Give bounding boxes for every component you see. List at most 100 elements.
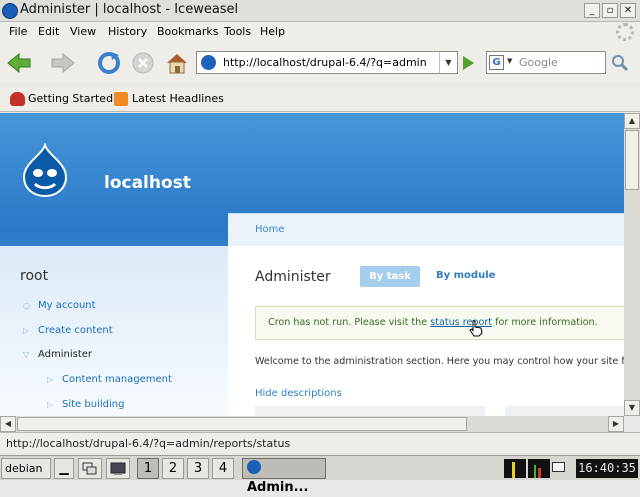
terminal-icon [110, 462, 126, 475]
menu-help[interactable]: Help [260, 25, 285, 38]
menu-bookmarks[interactable]: Bookmarks [157, 25, 218, 38]
sidebar-item-site-building[interactable]: ▷ Site building [47, 399, 124, 410]
sidebar-item-my-account[interactable]: ○ My account [23, 300, 96, 311]
breadcrumb-home-link[interactable]: Home [255, 224, 285, 235]
sidebar-item-label[interactable]: Site building [62, 399, 124, 410]
menu-edit[interactable]: Edit [38, 25, 59, 38]
reload-icon [98, 52, 120, 74]
workspace-1[interactable]: 1 [137, 458, 159, 479]
network-monitor-icon [528, 459, 550, 478]
minimize-all-button[interactable]: ▁ [54, 458, 74, 479]
workspace-3[interactable]: 3 [187, 458, 209, 479]
forward-button[interactable] [50, 50, 76, 76]
iceweasel-icon [2, 3, 18, 19]
rss-icon [114, 92, 128, 106]
back-arrow-icon [7, 52, 31, 74]
drupal-favicon-icon [201, 55, 216, 70]
reload-button[interactable] [96, 50, 122, 76]
window-title: Administer | localhost - Iceweasel [20, 2, 239, 17]
taskbar-window-iceweasel[interactable]: Admin... [242, 458, 326, 495]
bullet-circle-icon: ○ [23, 301, 30, 310]
admin-panel-right [505, 406, 624, 416]
hand-cursor-icon [469, 320, 483, 337]
page-title: Administer [255, 269, 331, 285]
menu-view[interactable]: View [70, 25, 96, 38]
scroll-corner [624, 416, 640, 432]
menu-file[interactable]: File [9, 25, 27, 38]
search-bar[interactable]: G ▼ Google [486, 51, 606, 74]
scroll-right-button[interactable]: ▶ [608, 416, 624, 432]
sidebar-item-create-content[interactable]: ▷ Create content [23, 325, 113, 336]
sidebar-item-label[interactable]: Content management [62, 374, 172, 385]
home-button[interactable] [164, 50, 190, 76]
home-icon [167, 54, 187, 74]
clock: 16:40:35 [576, 459, 638, 478]
scroll-up-button[interactable]: ▲ [624, 113, 640, 129]
page-viewport: localhost root ○ My account ▷ Create con… [0, 113, 624, 416]
back-button[interactable] [6, 50, 32, 76]
url-dropdown-icon[interactable]: ▼ [439, 52, 457, 73]
scroll-left-button[interactable]: ◀ [0, 416, 16, 432]
terminal-button[interactable] [106, 458, 130, 479]
tab-by-task[interactable]: By task [360, 266, 420, 287]
sidebar-user-title: root [20, 268, 49, 284]
forward-arrow-icon [51, 52, 75, 74]
cpu-bar [512, 462, 515, 478]
stop-button[interactable] [130, 50, 156, 76]
breadcrumb: Home [228, 214, 624, 246]
url-input[interactable]: http://localhost/drupal-6.4/?q=admin [223, 56, 427, 69]
iceweasel-icon [247, 460, 261, 474]
close-button[interactable]: ✕ [620, 3, 636, 18]
sidebar-item-administer[interactable]: ▽ Administer [23, 349, 92, 360]
site-name[interactable]: localhost [104, 173, 191, 193]
drupal-logo-icon[interactable] [22, 143, 68, 197]
welcome-text: Welcome to the administration section. H… [255, 356, 624, 367]
taskbar-window-label: Admin... [247, 480, 309, 495]
maximize-button[interactable]: ▫ [602, 3, 618, 18]
minimize-button[interactable]: _ [584, 3, 600, 18]
sidebar-item-label[interactable]: My account [38, 300, 96, 311]
cpu-monitor-icon [504, 459, 526, 478]
workspace-2[interactable]: 2 [162, 458, 184, 479]
net-bar-green [534, 465, 536, 478]
search-button[interactable] [610, 53, 630, 73]
stop-icon [132, 52, 154, 74]
main-content: Home Administer By task By module Cron h… [228, 213, 624, 416]
window-titlebar[interactable]: Administer | localhost - Iceweasel _ ▫ ✕ [0, 0, 640, 22]
mail-icon[interactable] [552, 462, 565, 472]
desktop-taskbar: debian ▁ 1 2 3 4 Admin... 16:40:35 [0, 455, 640, 495]
window-list-button[interactable] [78, 458, 102, 479]
bookmarks-toolbar: Getting Started Latest Headlines [0, 86, 640, 112]
vertical-scroll-thumb[interactable] [625, 130, 639, 190]
scroll-down-button[interactable]: ▼ [624, 400, 640, 416]
status-text: http://localhost/drupal-6.4/?q=admin/rep… [6, 437, 291, 450]
status-message: Cron has not run. Please visit the statu… [255, 306, 624, 340]
menu-history[interactable]: History [108, 25, 147, 38]
hide-descriptions-link[interactable]: Hide descriptions [255, 388, 342, 399]
sidebar-item-content-management[interactable]: ▷ Content management [47, 374, 172, 385]
magnifier-icon [612, 55, 629, 72]
debian-menu-button[interactable]: debian [1, 458, 51, 479]
getting-started-icon [10, 92, 25, 106]
message-text-end: for more information. [492, 317, 598, 328]
bookmark-latest-headlines[interactable]: Latest Headlines [132, 92, 224, 105]
vertical-scrollbar[interactable]: ▲ ▼ [624, 113, 640, 416]
url-bar[interactable]: http://localhost/drupal-6.4/?q=admin ▼ [196, 51, 458, 74]
search-engine-dropdown-icon[interactable]: ▼ [507, 57, 512, 65]
start-label: debian [5, 462, 43, 475]
menu-tools[interactable]: Tools [224, 25, 251, 38]
go-button[interactable] [458, 53, 478, 73]
google-icon[interactable]: G [489, 55, 504, 70]
admin-panel-left [255, 406, 485, 416]
horizontal-scrollbar[interactable]: ◀ ▶ [0, 416, 624, 432]
sidebar: root ○ My account ▷ Create content ▽ Adm… [0, 246, 230, 416]
collapsed-triangle-icon: ▷ [23, 326, 30, 335]
sidebar-item-label[interactable]: Administer [38, 349, 92, 360]
workspace-4[interactable]: 4 [212, 458, 234, 479]
tab-by-module[interactable]: By module [436, 270, 495, 281]
sidebar-item-label[interactable]: Create content [38, 325, 113, 336]
bookmark-getting-started[interactable]: Getting Started [28, 92, 113, 105]
horizontal-scroll-thumb[interactable] [17, 417, 467, 431]
search-input[interactable]: Google [519, 56, 558, 69]
windows-icon [82, 462, 97, 475]
